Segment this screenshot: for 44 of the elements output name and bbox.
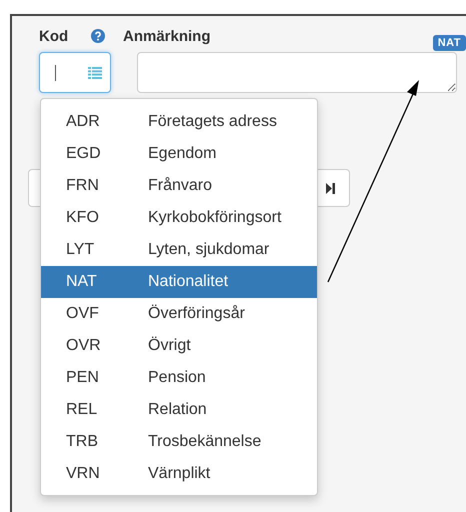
item-label: Trosbekännelse [148, 433, 262, 451]
item-label: Egendom [148, 145, 216, 163]
item-label: Lyten, sjukdomar [148, 241, 270, 259]
last-page-icon[interactable] [326, 182, 335, 194]
note-field[interactable] [137, 52, 457, 93]
item-code: OVR [66, 337, 102, 355]
item-code: ADR [66, 113, 101, 131]
item-label: Relation [148, 401, 207, 419]
menu-item[interactable]: REL Relation [41, 394, 317, 426]
menu-item[interactable]: OVF Överföringsår [41, 298, 317, 330]
item-code: KFO [66, 209, 100, 227]
menu-item[interactable]: PEN Pension [41, 362, 317, 394]
item-label: Pension [148, 369, 206, 387]
item-label: Företagets adress [148, 113, 277, 131]
item-code: REL [66, 401, 98, 419]
help-icon[interactable] [91, 29, 105, 43]
item-code: EGD [66, 145, 102, 163]
menu-item[interactable]: VRN Värnplikt [41, 458, 317, 490]
menu-item[interactable]: TRB Trosbekännelse [41, 426, 317, 458]
item-label: Övrigt [148, 337, 191, 355]
item-label: Kyrkobokföringsort [148, 209, 282, 227]
item-code: FRN [66, 177, 100, 195]
list-icon[interactable] [88, 66, 102, 78]
item-label: Frånvaro [148, 177, 212, 195]
item-label: Värnplikt [148, 465, 210, 483]
item-code: LYT [66, 241, 96, 259]
field-label: Anmärkning [123, 28, 212, 44]
menu-item[interactable]: LYT Lyten, sjukdomar [41, 234, 317, 266]
code-field[interactable] [39, 52, 111, 93]
menu-item[interactable]: EGD Egendom [41, 138, 317, 170]
field-label: Kod [39, 28, 70, 44]
item-code: NAT [66, 273, 98, 291]
menu-item[interactable]: NAT Nationalitet [41, 266, 317, 298]
menu-item[interactable]: KFO Kyrkobokföringsort [41, 202, 317, 234]
item-code: OVF [66, 305, 100, 323]
menu-item[interactable]: FRN Frånvaro [41, 170, 317, 202]
menu-item[interactable]: ADR Företagets adress [41, 106, 317, 138]
item-code: TRB [66, 433, 99, 451]
code-badge: NAT [432, 35, 466, 51]
item-label: Överföringsår [148, 305, 245, 323]
item-code: PEN [66, 369, 100, 387]
menu-item[interactable]: OVR Övrigt [41, 330, 317, 362]
item-label: Nationalitet [148, 273, 228, 291]
item-code: VRN [66, 465, 101, 483]
